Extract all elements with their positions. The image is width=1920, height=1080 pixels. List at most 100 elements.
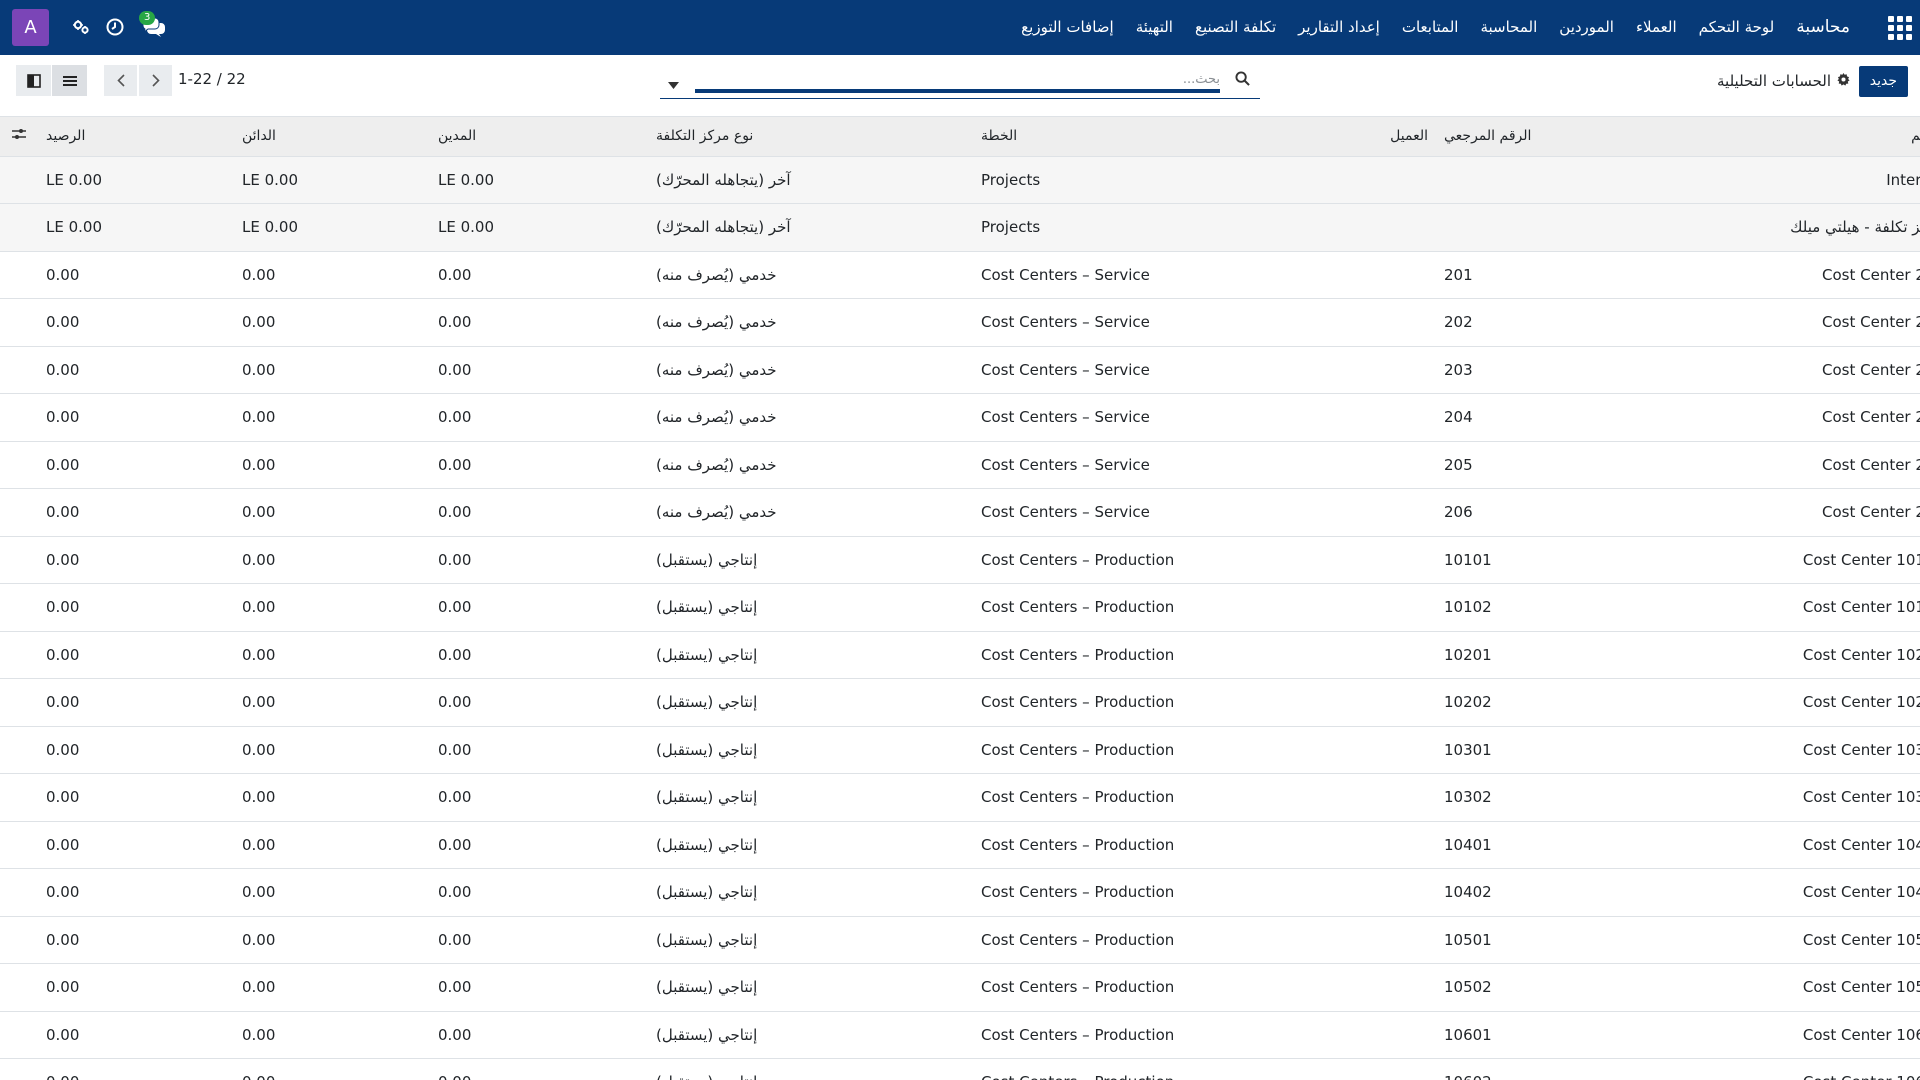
table-row[interactable]: Cost Center 1050210502 Cost Centers – Pro… — [0, 963, 1920, 1012]
cell-balance: 0.00 — [38, 726, 234, 774]
kanban-view-button[interactable] — [16, 65, 51, 96]
menu-brand-accounting[interactable]: محاسبة — [1785, 0, 1864, 55]
cell-partner — [1336, 868, 1436, 917]
search-input[interactable] — [695, 69, 1220, 93]
header-code[interactable]: الرقم المرجعي — [1436, 117, 1632, 157]
cell-partner — [1336, 963, 1436, 1012]
search-icon[interactable] — [1235, 71, 1250, 90]
activity-clock-icon[interactable] — [105, 17, 127, 39]
menu-dashboard[interactable]: لوحة التحكم — [1688, 0, 1786, 55]
cell-credit: 0.00 — [234, 726, 430, 774]
cell-credit: 0.00 — [234, 916, 430, 964]
app-grid-icon[interactable] — [1886, 14, 1912, 40]
table-row[interactable]: Cost Center 1020210202 Cost Centers – Pro… — [0, 678, 1920, 727]
table-row[interactable]: Cost Center 1020110201 Cost Centers – Pro… — [0, 631, 1920, 679]
header-plan[interactable]: الخطة — [973, 117, 1336, 157]
cell-credit: 0.00 — [234, 963, 430, 1012]
cell-name: Cost Center 10201 — [1632, 631, 1920, 679]
table-row[interactable]: Cost Center 202202 Cost Centers – Service… — [0, 298, 1920, 347]
cell-debit: 0.00 — [430, 963, 648, 1012]
table-row[interactable]: Cost Center 1030110301 Cost Centers – Pro… — [0, 726, 1920, 774]
menu-customers[interactable]: العملاء — [1625, 0, 1688, 55]
row-spacer-cell — [0, 868, 38, 917]
cell-type: إنتاجي (يستقبل) — [648, 963, 973, 1012]
cell-credit: 0.00 — [234, 821, 430, 869]
header-name[interactable]: الاسم — [1632, 117, 1920, 157]
table-row[interactable]: Cost Center 1030210302 Cost Centers – Pro… — [0, 773, 1920, 822]
new-button[interactable]: جديد — [1858, 66, 1908, 97]
cell-credit: 0.00 LE — [234, 203, 430, 252]
table-row[interactable]: Cost Center 1060110601 Cost Centers – Pro… — [0, 1011, 1920, 1059]
table-row[interactable]: Cost Center 1050110501 Cost Centers – Pro… — [0, 916, 1920, 964]
header-balance[interactable]: الرصيد — [38, 117, 234, 157]
cell-debit: 0.00 — [430, 773, 648, 822]
cell-plan: Projects — [973, 203, 1336, 252]
menu-accounting[interactable]: المحاسبة — [1469, 0, 1548, 55]
search-options-caret-icon[interactable] — [668, 75, 679, 93]
cell-code: 10502 — [1436, 963, 1632, 1012]
gear-icon[interactable] — [1837, 72, 1850, 90]
messages-icon[interactable]: 3 — [139, 10, 169, 39]
cell-partner — [1336, 156, 1436, 204]
table-row[interactable]: Cost Center 206206 Cost Centers – Service… — [0, 488, 1920, 537]
cell-partner — [1336, 583, 1436, 632]
header-debit[interactable]: المدين — [430, 117, 648, 157]
cell-name: Cost Center 10402 — [1632, 868, 1920, 917]
table-row[interactable]: InternalProjectsآخر (يتجاهله المحرّك)0.0… — [0, 156, 1920, 204]
table-row[interactable]: Cost Center 1040210402 Cost Centers – Pro… — [0, 868, 1920, 917]
cell-debit: 0.00 LE — [430, 203, 648, 252]
table-row[interactable]: Cost Center 203203 Cost Centers – Service… — [0, 346, 1920, 394]
cell-balance: 0.00 — [38, 441, 234, 489]
table-row[interactable]: Cost Center 204204 Cost Centers – Service… — [0, 393, 1920, 442]
menu-reporting[interactable]: إعداد التقارير — [1287, 0, 1391, 55]
debug-tools-icon[interactable] — [71, 17, 93, 39]
table-row[interactable]: Cost Center 201201 Cost Centers – Service… — [0, 251, 1920, 299]
table-row[interactable]: Cost Center 1040110401 Cost Centers – Pro… — [0, 821, 1920, 869]
cell-plan: Cost Centers – Service — [973, 298, 1336, 347]
menu-vendors[interactable]: الموردين — [1548, 0, 1625, 55]
table-row[interactable]: Cost Center 1010210102 Cost Centers – Pro… — [0, 583, 1920, 632]
cell-debit: 0.00 — [430, 393, 648, 442]
menu-configuration[interactable]: التهيئة — [1125, 0, 1184, 55]
header-cost-center-type[interactable]: نوع مركز التكلفة — [648, 117, 973, 157]
cell-name: Internal — [1632, 156, 1920, 204]
cell-type: خدمي (يُصرف منه) — [648, 488, 973, 537]
table-row[interactable]: مركز تكلفة - هيلتي ميلك Projectsآخر (يتجا… — [0, 203, 1920, 252]
menu-followups[interactable]: المتابعات — [1391, 0, 1470, 55]
cell-debit: 0.00 — [430, 726, 648, 774]
cell-balance: 0.00 — [38, 298, 234, 347]
pager-value[interactable]: 1-22 / 22 — [178, 70, 246, 88]
menu-distribution-addons[interactable]: إضافات التوزيع — [1010, 0, 1125, 55]
pager-next-button[interactable] — [139, 65, 172, 96]
user-avatar[interactable]: A — [12, 9, 49, 46]
pager-buttons — [104, 65, 172, 96]
table-row[interactable]: Cost Center 1060210602 Cost Centers – Pro… — [0, 1058, 1920, 1080]
cell-debit: 0.00 — [430, 346, 648, 394]
cell-code: 10402 — [1436, 868, 1632, 917]
cell-name: Cost Center 10102 — [1632, 583, 1920, 632]
cell-code — [1436, 156, 1632, 204]
page-title[interactable]: الحسابات التحليلية — [1717, 72, 1831, 90]
row-spacer-cell — [0, 583, 38, 632]
cell-name: Cost Center 10401 — [1632, 821, 1920, 869]
cell-credit: 0.00 — [234, 393, 430, 442]
row-spacer-cell — [0, 631, 38, 679]
row-spacer-cell — [0, 536, 38, 584]
row-spacer-cell — [0, 156, 38, 204]
table-row[interactable]: Cost Center 1010110101 Cost Centers – Pro… — [0, 536, 1920, 584]
header-credit[interactable]: الدائن — [234, 117, 430, 157]
pager-previous-button[interactable] — [104, 65, 137, 96]
cell-plan: Projects — [973, 156, 1336, 204]
cell-credit: 0.00 — [234, 1011, 430, 1059]
cell-name: Cost Center 205 — [1632, 441, 1920, 489]
table-row[interactable]: Cost Center 205205 Cost Centers – Service… — [0, 441, 1920, 489]
cell-partner — [1336, 393, 1436, 442]
header-partner[interactable]: العميل — [1336, 117, 1436, 157]
cell-plan: Cost Centers – Production — [973, 583, 1336, 632]
list-view-button[interactable] — [52, 65, 87, 96]
cell-debit: 0.00 — [430, 631, 648, 679]
optional-columns-icon[interactable] — [12, 128, 26, 144]
menu-manufacturing-cost[interactable]: تكلفة التصنيع — [1184, 0, 1287, 55]
cell-plan: Cost Centers – Service — [973, 346, 1336, 394]
cell-type: آخر (يتجاهله المحرّك) — [648, 156, 973, 204]
